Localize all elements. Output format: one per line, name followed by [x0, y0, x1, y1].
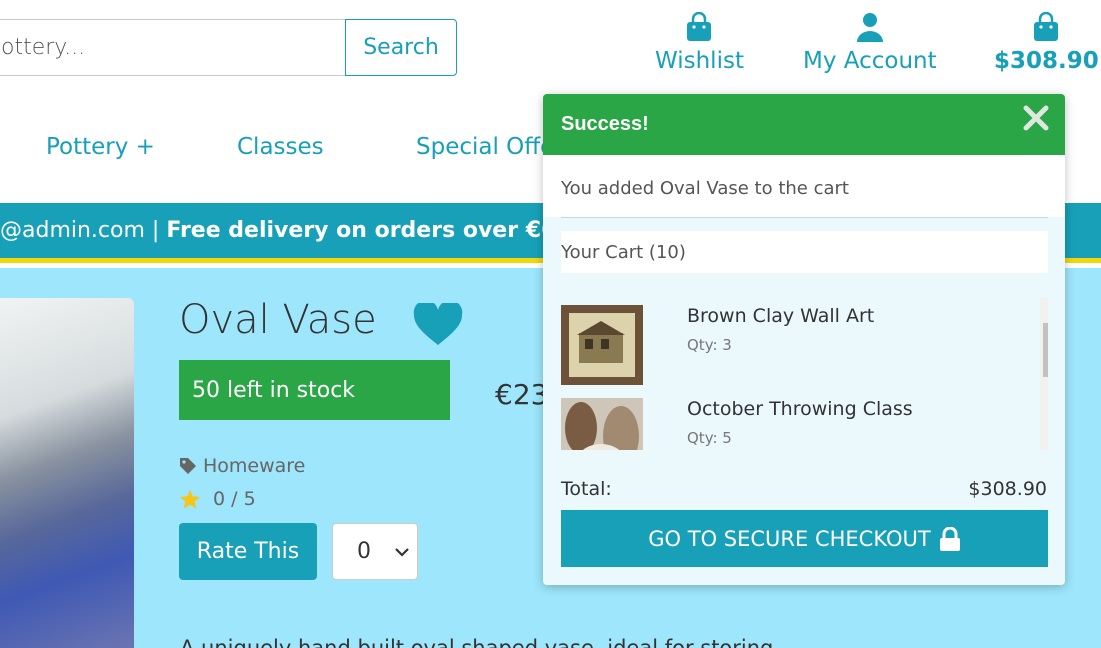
- product-category[interactable]: Homeware: [179, 455, 305, 477]
- scroll-thumb[interactable]: [1043, 323, 1048, 377]
- checkout-label: GO TO SECURE CHECKOUT: [648, 526, 931, 551]
- cart-link[interactable]: $308.90: [994, 12, 1099, 74]
- search-input[interactable]: ottery...: [0, 19, 346, 76]
- close-icon[interactable]: [1023, 105, 1049, 131]
- cart-item-thumbnail: [561, 305, 643, 385]
- scroll-up-icon[interactable]: [1047, 304, 1048, 312]
- product-description: A uniquely hand built oval shaped vase, …: [180, 636, 774, 648]
- popup-divider: [561, 217, 1048, 218]
- cart-total-label: Total:: [561, 478, 612, 500]
- nav-item-classes[interactable]: Classes: [237, 134, 324, 160]
- secure-checkout-button[interactable]: GO TO SECURE CHECKOUT: [561, 510, 1048, 567]
- search-input-value: ottery...: [1, 35, 86, 60]
- popup-header: Success!: [543, 94, 1065, 155]
- nav-item-pottery[interactable]: Pottery +: [46, 134, 155, 160]
- cart-item-name: Brown Clay Wall Art: [687, 305, 875, 327]
- cart-item-list: Brown Clay Wall Art Qty: 3 October Throw…: [561, 298, 1048, 450]
- product-title: Oval Vase: [179, 297, 377, 343]
- cart-item-qty: Qty: 3: [687, 336, 732, 354]
- search-button[interactable]: Search: [345, 19, 457, 76]
- scroll-down-icon[interactable]: [1047, 432, 1048, 440]
- category-label: Homeware: [203, 455, 306, 477]
- rating-select[interactable]: 0: [332, 523, 418, 580]
- nav-item-special-offers[interactable]: Special Offe: [416, 134, 554, 160]
- wishlist-link[interactable]: Wishlist: [655, 12, 744, 74]
- banner-email: @admin.com |: [0, 218, 160, 243]
- rate-this-button[interactable]: Rate This: [179, 523, 317, 580]
- rating-value: 0 / 5: [213, 488, 256, 510]
- popup-message: You added Oval Vase to the cart: [561, 178, 849, 199]
- cart-bag-icon: [1034, 12, 1059, 41]
- cart-scrollbar[interactable]: [1040, 298, 1048, 450]
- chevron-down-icon: [395, 548, 409, 557]
- cart-item-qty: Qty: 5: [687, 429, 732, 447]
- cart-total: $308.90: [994, 48, 1099, 74]
- cart-item-name: October Throwing Class: [687, 398, 913, 420]
- tag-icon: [180, 458, 196, 474]
- lock-icon: [939, 526, 960, 551]
- rating-select-value: 0: [357, 539, 371, 564]
- cart-popup: Success! You added Oval Vase to the cart…: [543, 94, 1065, 585]
- cart-total-value: $308.90: [968, 478, 1047, 500]
- banner-delivery: Free delivery on orders over €60!: [166, 218, 582, 243]
- popup-title: Success!: [561, 113, 649, 135]
- product-rating: 0 / 5: [179, 488, 256, 510]
- shopping-bag-icon: [687, 12, 712, 41]
- my-account-link[interactable]: My Account: [803, 12, 937, 74]
- heart-icon[interactable]: [413, 303, 463, 347]
- cart-item-thumbnail: [561, 398, 643, 450]
- wishlist-label: Wishlist: [655, 48, 744, 74]
- your-cart-heading: Your Cart (10): [561, 231, 1048, 273]
- product-image: [0, 298, 134, 648]
- cart-item[interactable]: Brown Clay Wall Art Qty: 3: [561, 305, 1021, 395]
- my-account-label: My Account: [803, 48, 937, 74]
- stock-badge: 50 left in stock: [179, 360, 450, 420]
- user-icon: [856, 13, 883, 42]
- star-icon: [180, 489, 200, 509]
- cart-item[interactable]: October Throwing Class Qty: 5: [561, 398, 1021, 450]
